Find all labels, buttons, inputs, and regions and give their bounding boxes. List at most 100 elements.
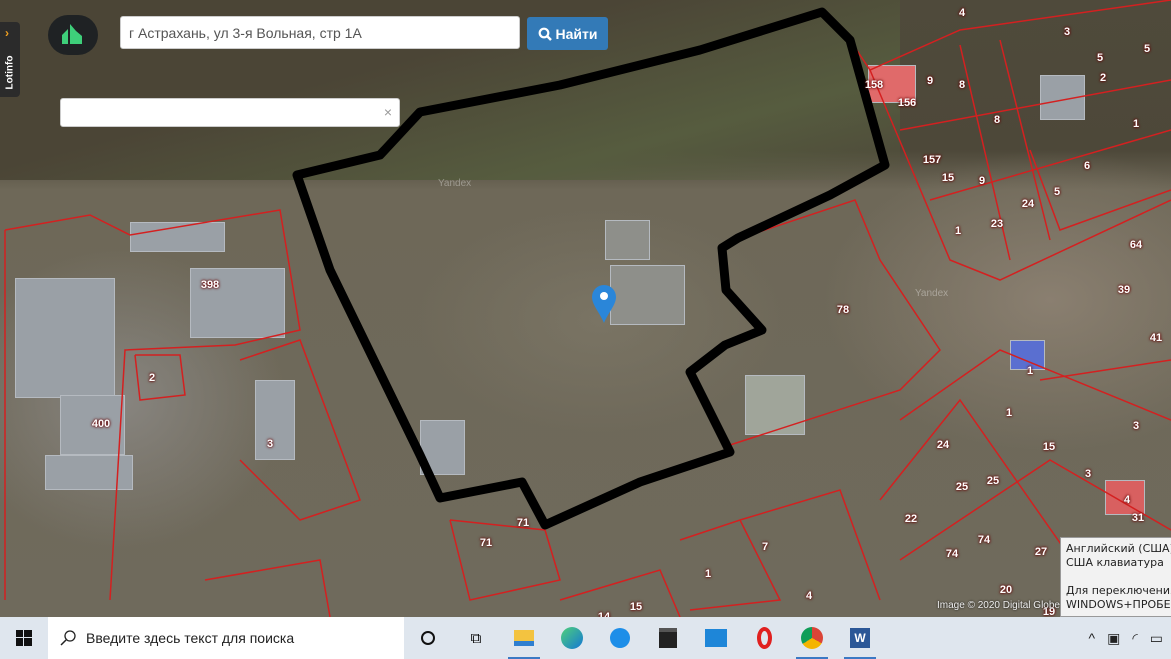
parcel-number: 3	[1084, 468, 1092, 480]
logo-icon	[62, 24, 82, 44]
parcel-number: 4	[958, 7, 966, 19]
store-icon	[659, 628, 677, 648]
parcel-number: 6	[1083, 160, 1091, 172]
parcel-number: 20	[999, 584, 1013, 596]
windows-taskbar: Введите здесь текст для поиска ⧉ W ^ ▣ ◜…	[0, 617, 1171, 659]
parcel-number: 74	[977, 534, 991, 546]
clear-icon[interactable]: ×	[384, 104, 392, 120]
wifi-icon[interactable]: ◜	[1132, 630, 1137, 647]
windows-icon	[16, 630, 32, 646]
tooltip-line: США клавиатура	[1066, 556, 1164, 569]
map-watermark: Yandex	[438, 178, 472, 189]
parcel-number: 7	[761, 541, 769, 553]
parcel-number: 71	[516, 517, 530, 529]
parcel-number: 27	[1034, 546, 1048, 558]
meet-now-icon[interactable]: ▣	[1107, 630, 1120, 647]
edge-icon	[561, 627, 583, 649]
parcel-number: 1	[1005, 407, 1013, 419]
taskbar-opera[interactable]	[740, 617, 788, 659]
selected-plot-outline	[292, 7, 890, 530]
parcel-number: 31	[1131, 512, 1145, 524]
parcel-number: 400	[91, 418, 111, 430]
tooltip-line: Для переключения	[1066, 584, 1171, 597]
system-tray: ^ ▣ ◜ ▭	[1089, 617, 1171, 659]
parcel-number: 15	[941, 172, 955, 184]
parcel-number: 3	[1063, 26, 1071, 38]
taskbar-mail[interactable]	[692, 617, 740, 659]
taskbar-file-explorer[interactable]	[500, 617, 548, 659]
taskbar-word[interactable]: W	[836, 617, 884, 659]
parcel-number: 23	[990, 218, 1004, 230]
map-watermark: Yandex	[915, 288, 949, 299]
parcel-number: 41	[1149, 332, 1163, 344]
parcel-number: 24	[936, 439, 950, 451]
task-view-button[interactable]: ⧉	[452, 617, 500, 659]
chevron-right-icon: ›	[5, 26, 9, 40]
lotinfo-label: Lotinfo	[4, 55, 16, 90]
taskbar-search-placeholder: Введите здесь текст для поиска	[86, 630, 295, 646]
parcel-number: 74	[945, 548, 959, 560]
parcel-number: 1	[1132, 118, 1140, 130]
parcel-number: 3	[266, 438, 274, 450]
lotinfo-logo[interactable]	[48, 15, 98, 55]
address-search-input[interactable]	[120, 16, 520, 49]
cortana-icon	[421, 631, 435, 645]
opera-icon	[756, 627, 772, 649]
parcel-number: 398	[200, 279, 220, 291]
chevron-up-icon[interactable]: ^	[1089, 630, 1096, 646]
parcel-number: 2	[148, 372, 156, 384]
parcel-number: 1	[704, 568, 712, 580]
parcel-number: 71	[479, 537, 493, 549]
parcel-number: 15	[629, 601, 643, 613]
parcel-number: 157	[922, 154, 942, 166]
parcel-number: 2	[1099, 72, 1107, 84]
taskbar-edge[interactable]	[548, 617, 596, 659]
chrome-icon	[801, 627, 823, 649]
taskbar-teamviewer[interactable]	[596, 617, 644, 659]
parcel-number: 5	[1053, 186, 1061, 198]
folder-icon	[514, 630, 534, 646]
parcel-number: 156	[897, 97, 917, 109]
taskbar-chrome[interactable]	[788, 617, 836, 659]
parcel-number: 3	[1132, 420, 1140, 432]
teamviewer-icon	[610, 628, 630, 648]
parcel-number: 5	[1143, 43, 1151, 55]
parcel-number: 78	[836, 304, 850, 316]
mail-icon	[705, 629, 727, 647]
search-button[interactable]: Найти	[527, 17, 608, 50]
taskbar-store[interactable]	[644, 617, 692, 659]
search-icon	[538, 27, 552, 41]
parcel-number: 39	[1117, 284, 1131, 296]
parcel-number: 1	[1026, 365, 1034, 377]
imagery-credit: Image © 2020 Digital Globe	[937, 600, 1060, 611]
parcel-number: 9	[978, 175, 986, 187]
parcel-number: 25	[955, 481, 969, 493]
parcel-number: 4	[805, 590, 813, 602]
keyboard-layout-tooltip: Английский (США) США клавиатура Для пере…	[1060, 537, 1171, 617]
parcel-number: 24	[1021, 198, 1035, 210]
parcel-number: 64	[1129, 239, 1143, 251]
task-view-icon: ⧉	[470, 629, 482, 647]
parcel-number: 1	[954, 225, 962, 237]
parcel-number: 25	[986, 475, 1000, 487]
parcel-number: 5	[1096, 52, 1104, 64]
search-icon	[60, 630, 76, 646]
lotinfo-sidebar-toggle[interactable]: › Lotinfo	[0, 22, 20, 97]
battery-icon[interactable]: ▭	[1150, 630, 1163, 647]
parcel-number: 8	[993, 114, 1001, 126]
parcel-number: 9	[926, 75, 934, 87]
satellite-map[interactable]: 158 156 9 8 8 5 2 1 157 15 9 24 5 6 23 1 64 39 41 1 1 3 15 24 3 2…	[0, 0, 1171, 617]
cortana-button[interactable]	[404, 617, 452, 659]
parcel-number: 15	[1042, 441, 1056, 453]
start-button[interactable]	[0, 617, 48, 659]
taskbar-search-box[interactable]: Введите здесь текст для поиска	[48, 617, 404, 659]
word-icon: W	[850, 628, 870, 648]
secondary-input[interactable]: ×	[60, 98, 400, 127]
parcel-number: 4	[1123, 494, 1131, 506]
parcel-number: 22	[904, 513, 918, 525]
cadastral-parcels	[4, 0, 1171, 617]
search-button-label: Найти	[555, 25, 598, 42]
tooltip-line: Английский (США)	[1066, 542, 1171, 555]
map-overlay	[4, 0, 1171, 617]
parcel-number: 8	[958, 79, 966, 91]
